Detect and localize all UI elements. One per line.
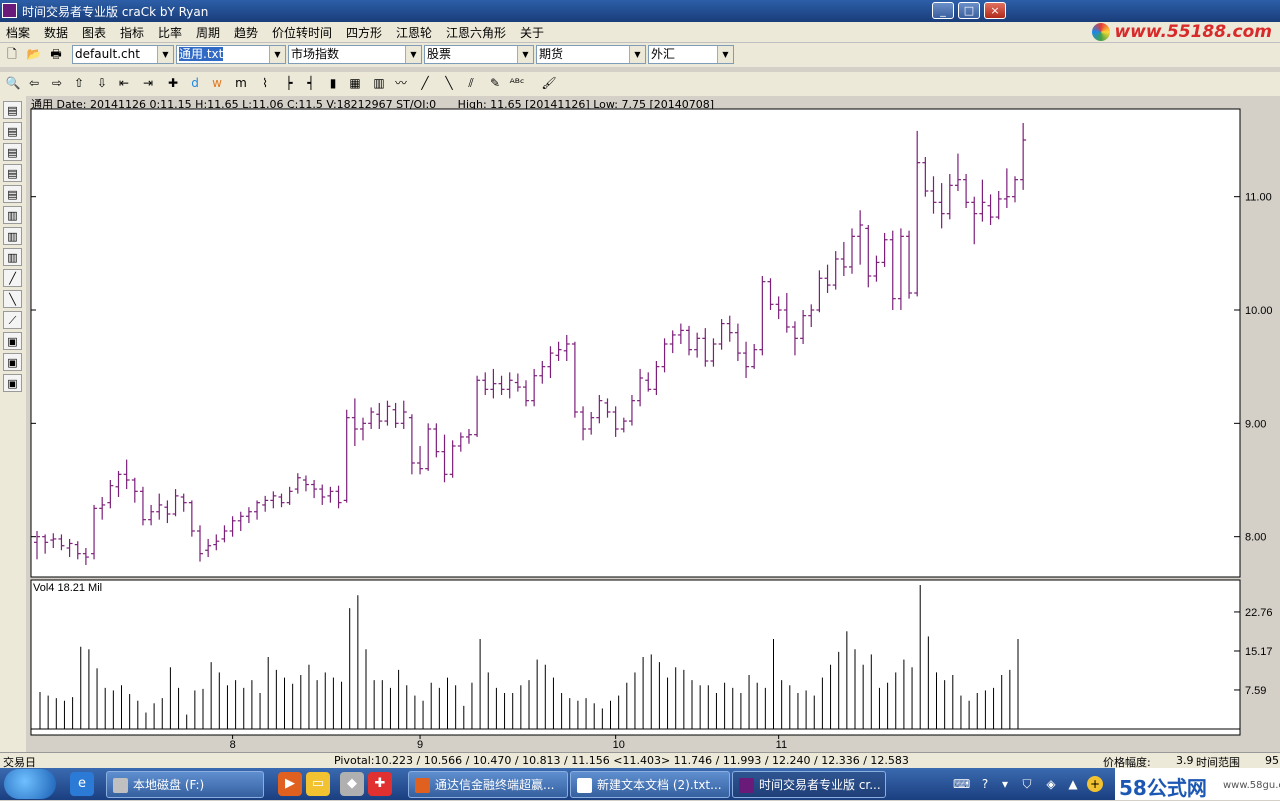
volume-label: Vol4 18.21 Mil [33,582,102,594]
volume-panel [30,579,1241,736]
x-month-label: 10 [613,739,625,751]
tdx-icon [415,778,430,793]
security-icon[interactable]: ◈ [1043,776,1059,792]
notepad-icon [577,778,592,793]
app-icon-red[interactable]: ✚ [368,772,392,796]
volume-tick-label: 15.17 [1245,646,1273,658]
tool-icon[interactable]: ◆ [340,772,364,796]
price-tick-label: 10.00 [1245,305,1273,317]
price-range-value: 3.9 [1176,754,1194,767]
status-bar: 交易日 Pivotal:10.223 / 10.566 / 10.470 / 1… [0,752,1280,769]
add-icon[interactable]: + [1087,776,1103,792]
keyboard-icon[interactable]: ⌨ [953,776,970,792]
browser-icon[interactable]: e [70,772,94,796]
tray-expand-icon[interactable]: ▾ [997,776,1013,792]
volume-tick-label: 22.76 [1245,607,1273,619]
shield-icon[interactable]: ⛉ [1019,776,1035,792]
price-panel [30,108,1241,578]
taskbar: e 本地磁盘 (F:) ▶ ▭ ◆ ✚ 通达信金融终端超赢... 新建文本文档 … [0,768,1280,800]
time-trader-icon [739,778,754,793]
taskbar-item-time-trader[interactable]: 时间交易者专业版 cr... [732,771,886,798]
brand-watermark: 58公式网 www.58gu.com [1115,768,1280,800]
flag-icon[interactable]: ▲ [1065,776,1081,792]
taskbar-item-tdx[interactable]: 通达信金融终端超赢... [408,771,568,798]
x-month-label: 9 [417,739,423,751]
folder-icon[interactable]: ▭ [306,772,330,796]
price-volume-chart[interactable]: 11.00 10.00 9.00 8.00 22.76 15.17 7.59 Vol4 18.… [0,0,1280,800]
x-month-label: 8 [230,739,236,751]
taskbar-item-notepad[interactable]: 新建文本文档 (2).txt... [570,771,730,798]
drive-icon [113,778,128,793]
media-player-icon[interactable]: ▶ [278,772,302,796]
help-icon[interactable]: ? [977,776,993,792]
start-button[interactable] [4,769,56,799]
x-month-label: 11 [776,739,787,751]
price-tick-label: 11.00 [1245,192,1272,204]
status-pivotal: Pivotal:10.223 / 10.566 / 10.470 / 10.81… [334,754,909,767]
price-tick-label: 9.00 [1245,418,1266,430]
time-range-value: 95 [1265,754,1279,767]
taskbar-item-local-disk[interactable]: 本地磁盘 (F:) [106,771,264,798]
volume-tick-label: 7.59 [1245,685,1266,697]
price-tick-label: 8.00 [1245,532,1266,544]
